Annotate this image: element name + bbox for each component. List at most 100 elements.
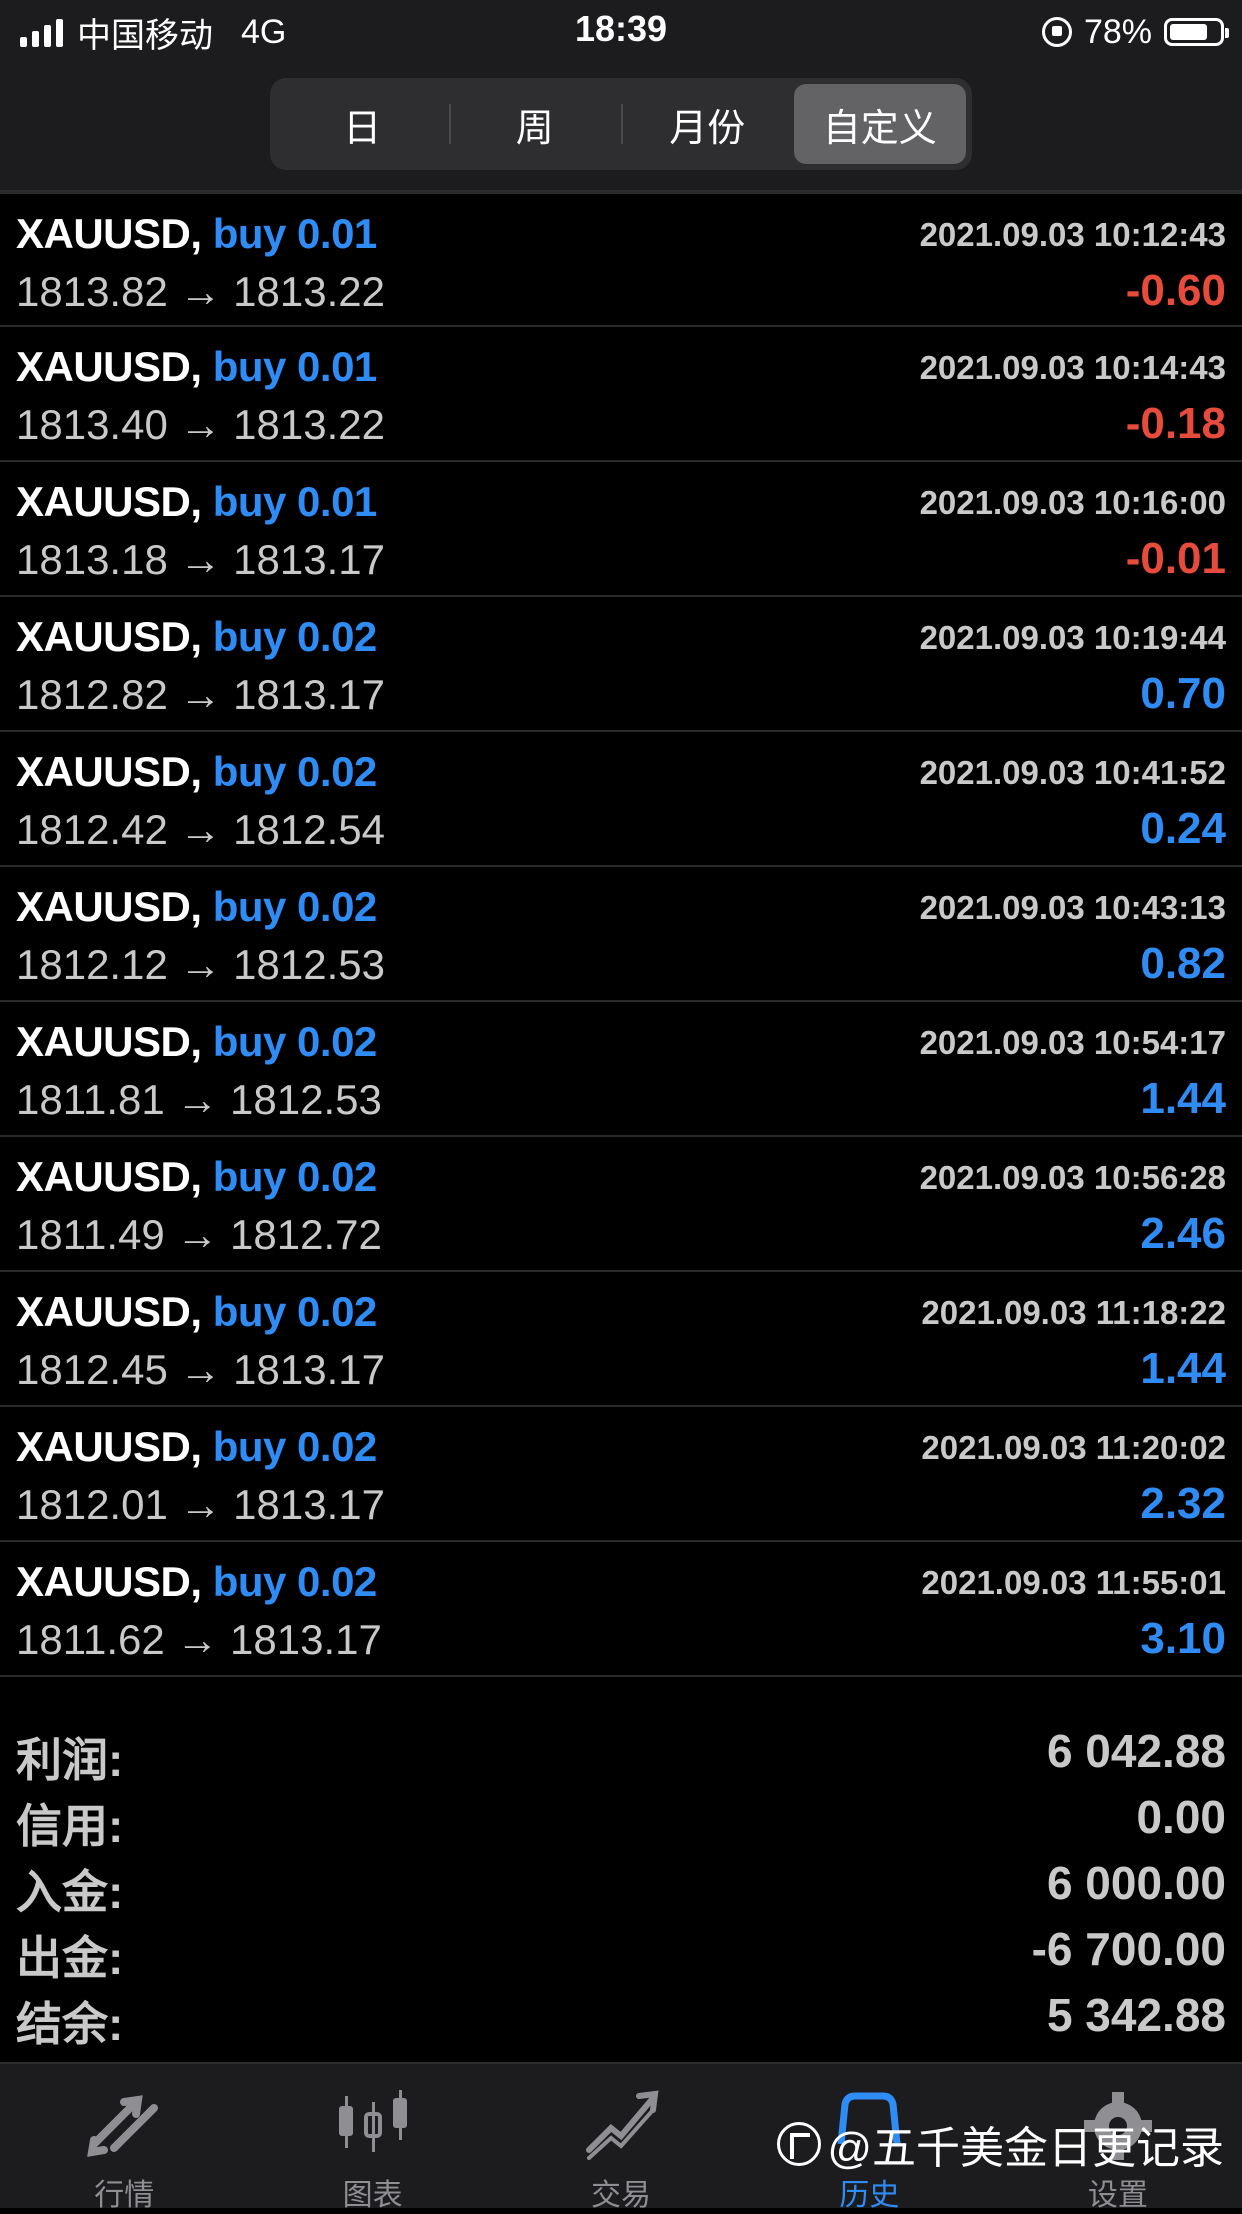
trade-symbol: XAUUSD, [16,210,202,257]
summary-label: 入金: [16,1866,124,1918]
trade-close-price: 1813.17 [230,1616,382,1663]
trade-row[interactable]: XAUUSD, buy 0.02 2021.09.03 11:18:22 1812.… [0,1272,1242,1407]
trade-open-price: 1811.81 [16,1076,165,1123]
trade-profit: 2.46 [1140,1209,1226,1258]
arrow-right-icon: → [179,401,222,448]
arrow-right-icon: → [179,941,222,988]
trade-close-price: 1813.22 [233,268,385,315]
battery-icon [1164,18,1229,46]
trade-open-price: 1811.49 [16,1211,165,1258]
trade-open-price: 1813.82 [16,268,168,315]
trade-profit: 0.24 [1140,804,1226,853]
trade-row[interactable]: XAUUSD, buy 0.02 2021.09.03 10:54:17 1811.… [0,1002,1242,1137]
summary-value: 6 000.00 [1046,1857,1226,1909]
tab-charts[interactable]: 图表 [248,2064,496,2212]
summary-label: 结余: [16,1998,124,2050]
period-tab-month[interactable]: 月份 [621,84,794,164]
trade-open-price: 1811.62 [16,1616,165,1663]
trade-side-volume: buy 0.01 [212,343,378,390]
weibo-logo-icon [777,2122,822,2166]
summary-value: 5 342.88 [1046,1989,1226,2041]
trade-symbol: XAUUSD, [16,1018,202,1065]
trade-row[interactable]: XAUUSD, buy 0.01 2021.09.03 10:14:43 1813.… [0,327,1242,462]
summary-row: 出金: -6 700.00 [0,1916,1242,1984]
trade-close-price: 1812.53 [233,941,385,988]
trade-history-list: XAUUSD, buy 0.01 2021.09.03 10:12:43 1813.… [0,192,1242,1677]
trade-profit: 2.32 [1140,1479,1226,1528]
trade-close-price: 1813.17 [233,1481,385,1528]
trade-row[interactable]: XAUUSD, buy 0.01 2021.09.03 10:16:00 1813.… [0,462,1242,597]
arrow-right-icon: → [179,806,222,853]
tab-trade-label: 交易 [591,2179,652,2212]
watermark-text: @五千美金日更记录 [827,2124,1224,2173]
trade-profit: -0.18 [1125,399,1226,448]
trade-profit: 0.70 [1140,669,1226,718]
trade-open-price: 1812.12 [16,941,168,988]
trade-profit: 3.10 [1140,1614,1226,1663]
trade-time: 2021.09.03 10:16:00 [919,484,1226,521]
trade-close-price: 1813.17 [233,1346,385,1393]
trade-time: 2021.09.03 10:19:44 [919,619,1226,656]
trade-row[interactable]: XAUUSD, buy 0.02 2021.09.03 10:56:28 1811.… [0,1137,1242,1272]
trade-row[interactable]: XAUUSD, buy 0.02 2021.09.03 11:20:02 1812.… [0,1407,1242,1542]
quotes-arrows-icon [87,2095,159,2157]
trade-open-price: 1812.01 [16,1481,168,1528]
trade-profit: 0.82 [1140,939,1226,988]
arrow-right-icon: → [179,268,222,315]
trade-symbol: XAUUSD, [16,478,202,525]
period-tab-day[interactable]: 日 [276,84,449,164]
arrow-right-icon: → [176,1211,219,1258]
tab-charts-label: 图表 [342,2179,403,2212]
trade-close-price: 1813.22 [233,401,385,448]
battery-percent: 78% [1083,12,1152,51]
trade-symbol: XAUUSD, [16,613,202,660]
summary-row: 入金: 6 000.00 [0,1850,1242,1918]
trade-symbol: XAUUSD, [16,1153,202,1200]
summary-row: 信用: 0.00 [0,1784,1242,1852]
trade-trend-icon [586,2090,659,2160]
trade-time: 2021.09.03 10:14:43 [919,349,1226,386]
trade-side-volume: buy 0.02 [212,1018,378,1065]
trade-close-price: 1813.17 [233,536,385,583]
history-header: 日 周 月份 自定义 [0,64,1242,192]
period-segmented-control: 日 周 月份 自定义 [270,78,972,170]
summary-value: -6 700.00 [1031,1923,1226,1975]
summary-row: 结余: 5 342.88 [0,1982,1242,2050]
trade-time: 2021.09.03 10:56:28 [919,1159,1226,1196]
account-summary: 利润: 6 042.88 信用: 0.00 入金: 6 000.00 出金: -6 700.0… [0,1718,1242,2050]
summary-row: 利润: 6 042.88 [0,1718,1242,1786]
trade-row[interactable]: XAUUSD, buy 0.02 2021.09.03 10:43:13 1812.… [0,867,1242,1002]
trade-close-price: 1812.72 [230,1211,382,1258]
trade-side-volume: buy 0.02 [212,1288,378,1335]
trade-profit: -0.60 [1125,266,1226,315]
trade-side-volume: buy 0.01 [212,210,378,257]
trade-profit: -0.01 [1125,534,1226,583]
tab-trade[interactable]: 交易 [497,2064,745,2212]
tab-quotes[interactable]: 行情 [0,2064,248,2212]
trade-row[interactable]: XAUUSD, buy 0.02 2021.09.03 10:41:52 1812.… [0,732,1242,867]
trade-symbol: XAUUSD, [16,1558,202,1605]
trade-open-price: 1812.82 [16,671,168,718]
trade-symbol: XAUUSD, [16,1423,202,1470]
period-tab-custom[interactable]: 自定义 [793,84,966,164]
summary-label: 出金: [16,1932,124,1984]
trade-close-price: 1812.53 [230,1076,382,1123]
period-tab-week[interactable]: 周 [448,84,622,164]
arrow-right-icon: → [179,536,222,583]
arrow-right-icon: → [179,1346,222,1393]
trade-open-price: 1812.42 [16,806,168,853]
trade-row[interactable]: XAUUSD, buy 0.02 2021.09.03 11:55:01 1811.… [0,1542,1242,1677]
status-bar: 中国移动 4G 18:39 78% [0,0,1242,64]
tab-history-label: 历史 [839,2179,900,2212]
arrow-right-icon: → [179,1481,222,1528]
trade-side-volume: buy 0.01 [212,478,378,525]
trade-side-volume: buy 0.02 [212,1423,378,1470]
trade-time: 2021.09.03 10:41:52 [919,754,1226,791]
trade-row[interactable]: XAUUSD, buy 0.02 2021.09.03 10:19:44 1812.… [0,597,1242,732]
trade-time: 2021.09.03 10:54:17 [919,1024,1226,1061]
trade-side-volume: buy 0.02 [212,1153,378,1200]
trade-symbol: XAUUSD, [16,1288,202,1335]
trade-time: 2021.09.03 11:18:22 [921,1294,1226,1331]
trade-close-price: 1813.17 [233,671,385,718]
trade-row[interactable]: XAUUSD, buy 0.01 2021.09.03 10:12:43 1813.… [0,192,1242,327]
